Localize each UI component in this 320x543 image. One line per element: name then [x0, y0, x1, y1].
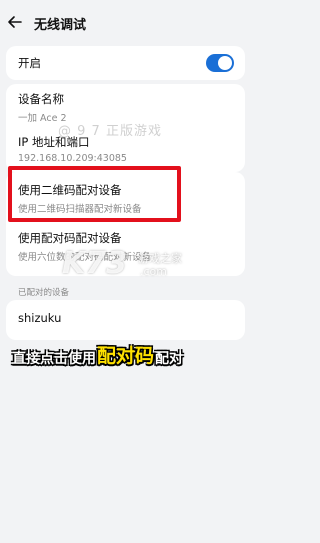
logo-mark: K73 — [62, 246, 127, 281]
k73-watermark-logo: K73 游戏之家 .com — [62, 244, 192, 288]
device-name-label: 设备名称 — [18, 92, 64, 106]
logo-domain: .com — [140, 265, 167, 278]
top-bar: 无线调试 — [0, 10, 251, 38]
caption-part-1: 直接点击使用 — [12, 351, 96, 367]
paired-device-item[interactable]: shizuku — [6, 300, 245, 340]
page-title: 无线调试 — [34, 18, 87, 33]
arrow-left-icon[interactable] — [6, 13, 24, 31]
qr-pairing-highlight-box — [8, 166, 181, 222]
logo-subtitle: 游戏之家 — [138, 252, 182, 265]
toggle-label: 开启 — [18, 56, 41, 70]
caption-part-3: 配对 — [155, 351, 184, 367]
tutorial-caption: 直接点击使用 配对码 配对 — [12, 342, 247, 368]
wireless-debugging-toggle-row[interactable]: 开启 — [6, 46, 245, 80]
switch-knob — [218, 56, 232, 70]
wireless-debugging-switch[interactable] — [206, 54, 234, 72]
caption-part-2: 配对码 — [97, 345, 155, 367]
paired-device-name: shizuku — [18, 311, 62, 325]
watermark-text: @ 9 7 正版游戏 — [58, 124, 162, 139]
ip-address-value: 192.168.10.209:43085 — [18, 153, 127, 164]
